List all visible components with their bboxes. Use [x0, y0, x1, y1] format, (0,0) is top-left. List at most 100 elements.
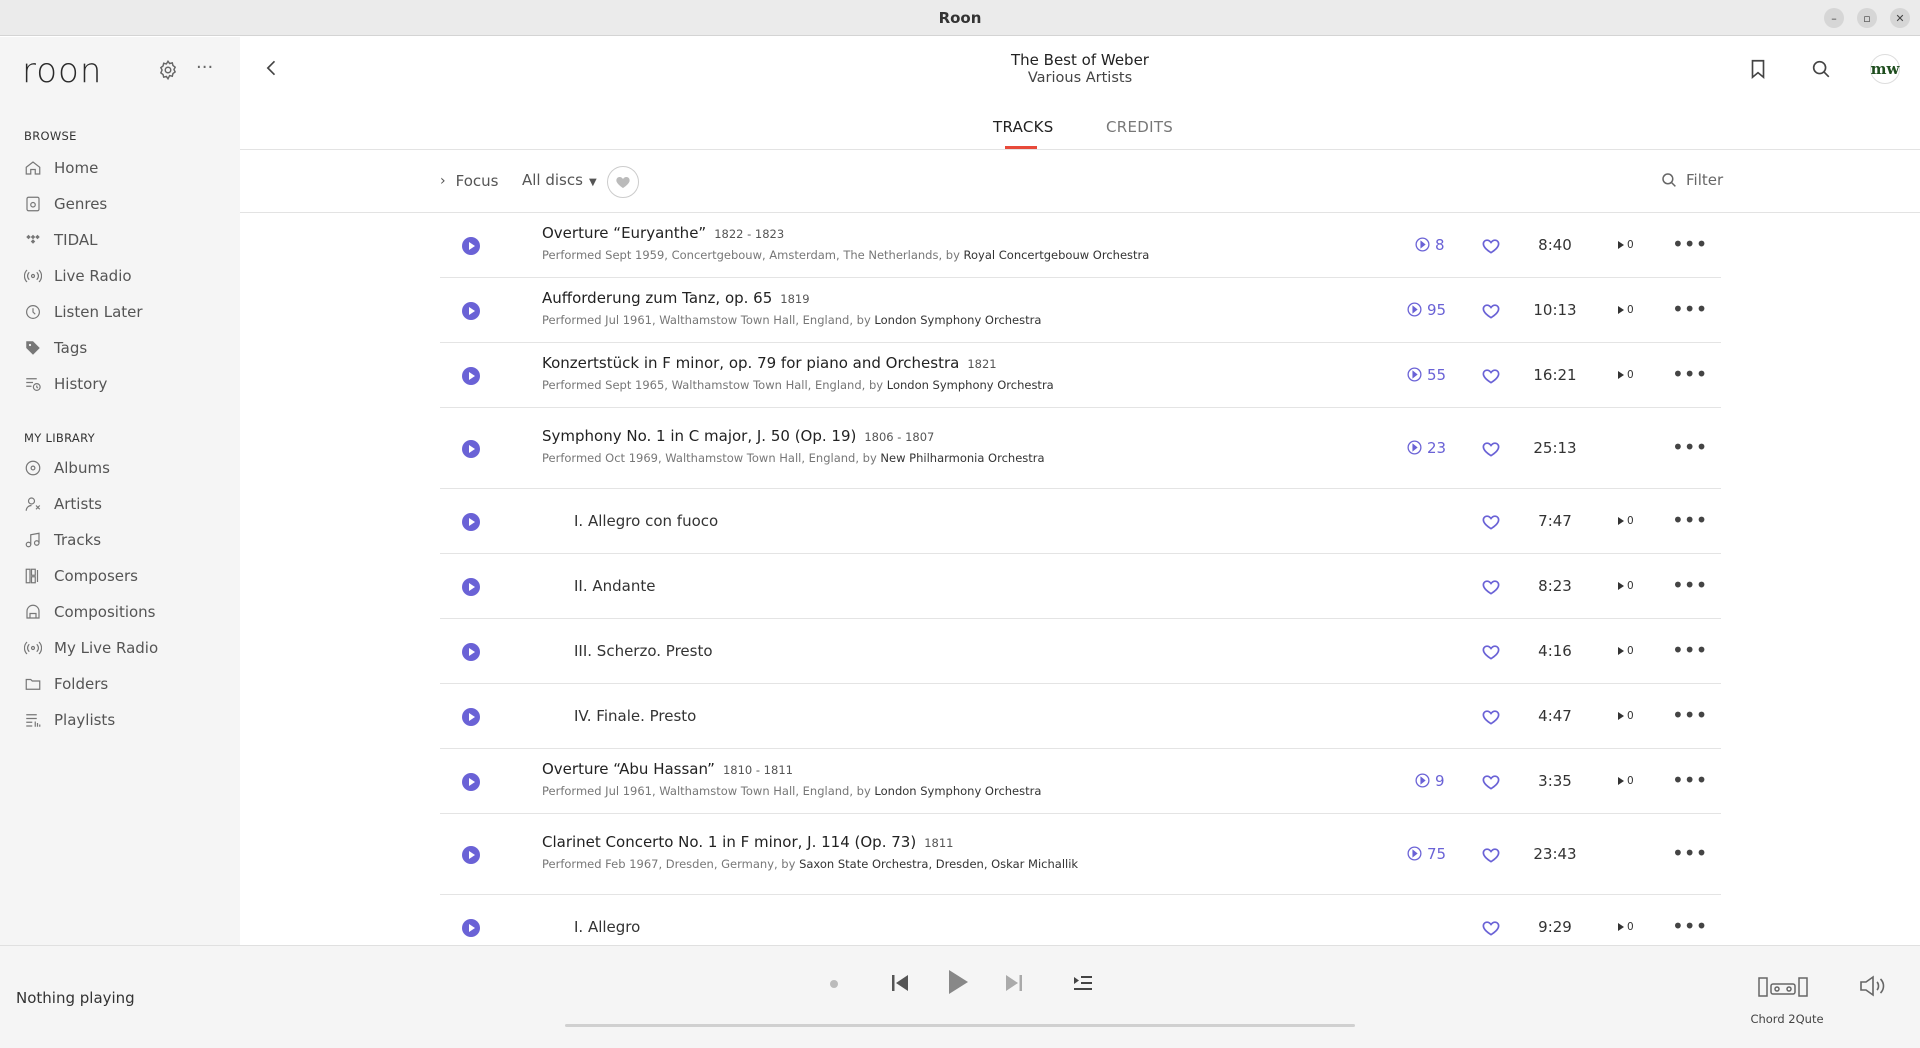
more-options-icon[interactable]: ••• — [1672, 705, 1707, 725]
seek-bar[interactable] — [565, 1024, 1355, 1027]
sidebar-item-artists[interactable]: Artists — [24, 490, 102, 518]
audio-device-icon[interactable] — [1757, 974, 1809, 1000]
play-track-button[interactable] — [462, 577, 480, 596]
movement-title[interactable]: I. Allegro con fuoco — [574, 512, 718, 530]
movement-title[interactable]: I. Allegro — [574, 918, 640, 936]
track-title[interactable]: Aufforderung zum Tanz, op. 65 1819 — [542, 289, 810, 307]
track-title[interactable]: Overture “Euryanthe” 1822 - 1823 — [542, 224, 784, 242]
more-options-icon[interactable]: ••• — [1672, 299, 1707, 319]
zone-name[interactable]: Chord 2Qute — [1740, 1012, 1834, 1026]
performer-link[interactable]: Royal Concertgebouw Orchestra — [964, 248, 1150, 262]
performer-link[interactable]: London Symphony Orchestra — [874, 313, 1041, 327]
sidebar-item-genres[interactable]: Genres — [24, 190, 107, 218]
movement-title[interactable]: III. Scherzo. Presto — [574, 642, 713, 660]
play-track-button[interactable] — [462, 707, 480, 726]
more-options-icon[interactable]: ••• — [1672, 843, 1707, 863]
back-arrow-icon[interactable] — [262, 58, 282, 78]
more-options-icon[interactable]: ••• — [1672, 234, 1707, 254]
more-options-icon[interactable]: ••• — [1672, 770, 1707, 790]
tab-tracks[interactable]: TRACKS — [993, 118, 1054, 136]
versions-count[interactable]: 23 — [1406, 439, 1446, 457]
heart-icon[interactable] — [1481, 512, 1501, 532]
heart-icon[interactable] — [1481, 366, 1501, 386]
sidebar-item-history[interactable]: History — [24, 370, 107, 398]
sidebar-item-my-live-radio[interactable]: My Live Radio — [24, 634, 158, 662]
heart-icon[interactable] — [1481, 236, 1501, 256]
versions-count[interactable]: 95 — [1406, 301, 1446, 319]
play-track-button[interactable] — [462, 642, 480, 661]
favorite-filter-button[interactable] — [607, 166, 639, 198]
minimize-icon[interactable]: – — [1824, 8, 1844, 28]
sidebar-item-live-radio[interactable]: Live Radio — [24, 262, 132, 290]
track-row[interactable]: Symphony No. 1 in C major, J. 50 (Op. 19… — [440, 408, 1721, 489]
sidebar-item-compositions[interactable]: Compositions — [24, 598, 156, 626]
sidebar-item-listen-later[interactable]: Listen Later — [24, 298, 143, 326]
radio-dot-icon[interactable] — [830, 980, 838, 988]
track-row[interactable]: I. Allegro con fuoco 7:47 0 ••• — [440, 489, 1721, 554]
sidebar-item-home[interactable]: Home — [24, 154, 98, 182]
track-row[interactable]: Overture “Abu Hassan” 1810 - 1811 Performe… — [440, 749, 1721, 814]
sidebar-item-tidal[interactable]: TIDAL — [24, 226, 98, 254]
discs-dropdown[interactable]: All discs ▼ — [522, 171, 597, 189]
filter-button[interactable]: Filter — [1660, 171, 1723, 189]
more-options-icon[interactable]: ••• — [1672, 640, 1707, 660]
heart-icon[interactable] — [1481, 642, 1501, 662]
track-row[interactable]: Konzertstück in F minor, op. 79 for pian… — [440, 343, 1721, 408]
movement-title[interactable]: II. Andante — [574, 577, 655, 595]
user-avatar[interactable]: mw — [1870, 54, 1900, 84]
heart-icon[interactable] — [1481, 772, 1501, 792]
versions-count[interactable]: 75 — [1406, 845, 1446, 863]
play-track-button[interactable] — [462, 236, 480, 255]
track-row[interactable]: IV. Finale. Presto 4:47 0 ••• — [440, 684, 1721, 749]
play-track-button[interactable] — [462, 301, 480, 320]
queue-icon[interactable] — [1072, 973, 1094, 993]
more-options-icon[interactable]: ••• — [1672, 916, 1707, 936]
sidebar-item-composers[interactable]: Composers — [24, 562, 138, 590]
performer-link[interactable]: New Philharmonia Orchestra — [880, 451, 1044, 465]
maximize-icon[interactable]: ▫ — [1857, 8, 1877, 28]
heart-icon[interactable] — [1481, 301, 1501, 321]
play-track-button[interactable] — [462, 918, 480, 937]
track-title[interactable]: Symphony No. 1 in C major, J. 50 (Op. 19… — [542, 427, 934, 445]
track-row[interactable]: Aufforderung zum Tanz, op. 65 1819 Perform… — [440, 278, 1721, 343]
sidebar-item-playlists[interactable]: Playlists — [24, 706, 115, 734]
track-row[interactable]: II. Andante 8:23 0 ••• — [440, 554, 1721, 619]
next-track-icon[interactable] — [1004, 972, 1024, 994]
movement-title[interactable]: IV. Finale. Presto — [574, 707, 696, 725]
play-icon[interactable] — [946, 968, 970, 996]
focus-button[interactable]: › Focus — [440, 172, 498, 190]
versions-count[interactable]: 9 — [1414, 772, 1445, 790]
performer-link[interactable]: London Symphony Orchestra — [874, 784, 1041, 798]
track-title[interactable]: Clarinet Concerto No. 1 in F minor, J. 1… — [542, 833, 953, 851]
sidebar-item-folders[interactable]: Folders — [24, 670, 108, 698]
heart-icon[interactable] — [1481, 707, 1501, 727]
track-title[interactable]: Konzertstück in F minor, op. 79 for pian… — [542, 354, 997, 372]
play-track-button[interactable] — [462, 772, 480, 791]
sidebar-item-tracks[interactable]: Tracks — [24, 526, 101, 554]
album-artist[interactable]: Various Artists — [880, 70, 1280, 86]
play-track-button[interactable] — [462, 366, 480, 385]
heart-icon[interactable] — [1481, 918, 1501, 938]
versions-count[interactable]: 55 — [1406, 366, 1446, 384]
tab-credits[interactable]: CREDITS — [1106, 118, 1173, 136]
search-icon[interactable] — [1810, 58, 1832, 80]
track-title[interactable]: Overture “Abu Hassan” 1810 - 1811 — [542, 760, 793, 778]
more-options-icon[interactable]: ••• — [1672, 437, 1707, 457]
track-row[interactable]: III. Scherzo. Presto 4:16 0 ••• — [440, 619, 1721, 684]
more-options-icon[interactable]: ••• — [1672, 364, 1707, 384]
heart-icon[interactable] — [1481, 845, 1501, 865]
sidebar-item-tags[interactable]: Tags — [24, 334, 87, 362]
volume-icon[interactable] — [1858, 974, 1888, 998]
more-options-icon[interactable]: ••• — [1672, 575, 1707, 595]
settings-gear-icon[interactable] — [157, 59, 179, 81]
versions-count[interactable]: 8 — [1414, 236, 1445, 254]
close-icon[interactable]: ✕ — [1890, 8, 1910, 28]
more-options-icon[interactable]: ··· — [196, 59, 218, 81]
sidebar-item-albums[interactable]: Albums — [24, 454, 110, 482]
track-row[interactable]: Clarinet Concerto No. 1 in F minor, J. 1… — [440, 814, 1721, 895]
previous-track-icon[interactable] — [890, 972, 910, 994]
heart-icon[interactable] — [1481, 577, 1501, 597]
bookmark-icon[interactable] — [1747, 58, 1769, 80]
track-row[interactable]: Overture “Euryanthe” 1822 - 1823 Performed… — [440, 213, 1721, 278]
play-track-button[interactable] — [462, 439, 480, 458]
